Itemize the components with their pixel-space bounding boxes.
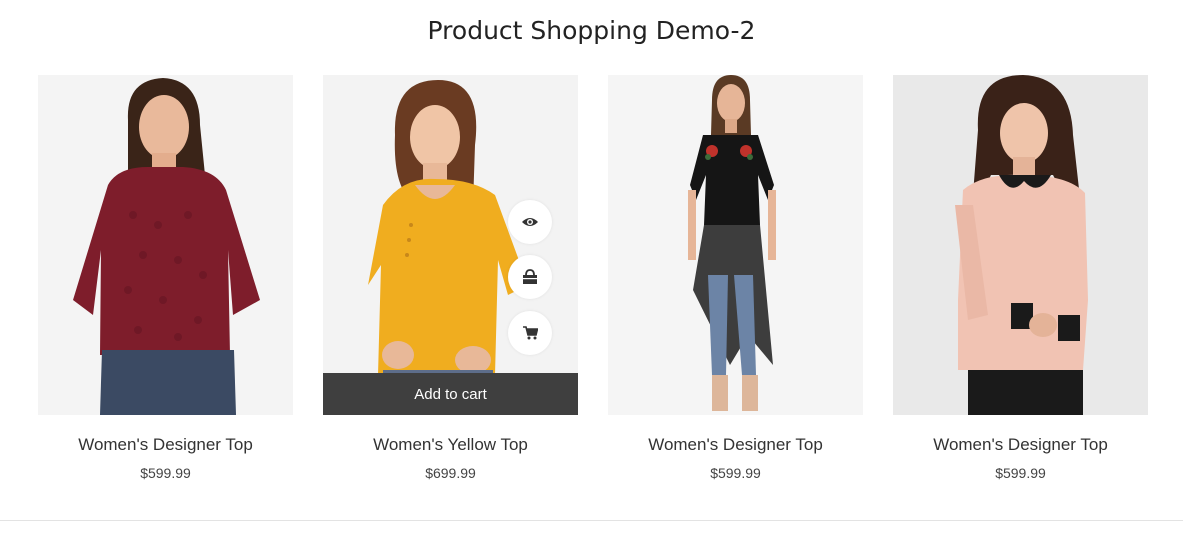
wishlist-button[interactable] — [508, 255, 552, 299]
product-card[interactable]: Women's Designer Top $599.99 — [608, 75, 863, 482]
eye-icon — [521, 216, 539, 228]
page-title: Product Shopping Demo-2 — [427, 16, 756, 45]
shopping-cart-icon — [522, 326, 538, 340]
shopping-bag-icon — [522, 269, 538, 285]
product-card[interactable]: Add to cart Women's Yellow Top $699.99 — [323, 75, 578, 482]
product-price: $699.99 — [425, 465, 476, 481]
product-price: $599.99 — [995, 465, 1046, 481]
product-price: $599.99 — [140, 465, 191, 481]
product-image[interactable]: Add to cart — [323, 75, 578, 415]
product-name[interactable]: Women's Designer Top — [608, 435, 863, 455]
quick-view-button[interactable] — [508, 200, 552, 244]
product-image[interactable] — [608, 75, 863, 415]
product-image[interactable] — [893, 75, 1148, 415]
add-to-cart-button[interactable]: Add to cart — [323, 373, 578, 415]
product-name[interactable]: Women's Designer Top — [893, 435, 1148, 455]
product-card[interactable]: Women's Designer Top $599.99 — [893, 75, 1148, 482]
section-divider — [0, 520, 1183, 521]
product-card[interactable]: Women's Designer Top $599.99 — [38, 75, 293, 482]
product-price: $599.99 — [710, 465, 761, 481]
product-image[interactable] — [38, 75, 293, 415]
product-name[interactable]: Women's Yellow Top — [323, 435, 578, 455]
product-name[interactable]: Women's Designer Top — [38, 435, 293, 455]
add-to-cart-icon-button[interactable] — [508, 311, 552, 355]
